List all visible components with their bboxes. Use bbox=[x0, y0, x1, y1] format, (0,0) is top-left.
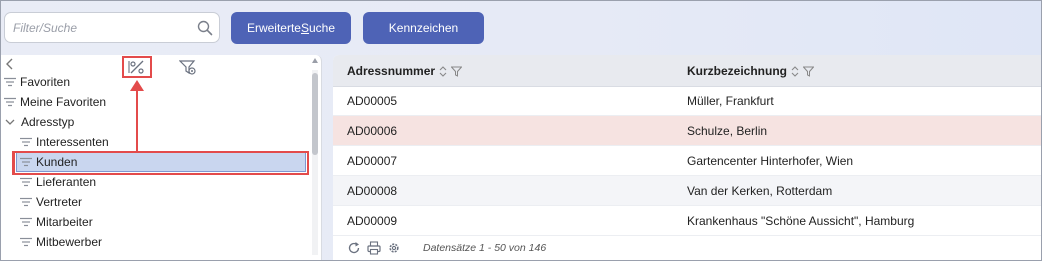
search-field[interactable] bbox=[4, 12, 220, 43]
tree-item-label: Mitarbeiter bbox=[36, 215, 93, 229]
tree-scrollbar-thumb[interactable] bbox=[312, 73, 318, 155]
cell-adressnummer: AD00007 bbox=[347, 154, 398, 168]
filter-settings-icon bbox=[179, 60, 196, 75]
grid-footer: Datensätze 1 - 50 von 146 bbox=[333, 236, 1042, 261]
tree-item-mitarbeiter[interactable]: Mitarbeiter bbox=[20, 212, 93, 232]
lines-icon bbox=[4, 97, 16, 107]
tree-item-label: Favoriten bbox=[20, 75, 71, 89]
tree-item-mitbewerber[interactable]: Mitbewerber bbox=[20, 232, 102, 252]
tree-item-meine-favoriten[interactable]: Meine Favoriten bbox=[4, 92, 106, 112]
cell-adressnummer: AD00009 bbox=[347, 214, 398, 228]
advanced-search-button[interactable]: Erweiterte Suche bbox=[231, 12, 351, 44]
lines-icon bbox=[20, 237, 32, 247]
chevron-down-icon[interactable] bbox=[5, 117, 15, 127]
license-plate-button[interactable]: Kennzeichen bbox=[363, 12, 484, 44]
lines-icon bbox=[20, 197, 32, 207]
tree-item-label: Meine Favoriten bbox=[20, 95, 107, 109]
scroll-up-icon[interactable] bbox=[311, 57, 319, 65]
lines-icon bbox=[20, 157, 32, 167]
edit-filter-button[interactable] bbox=[125, 57, 149, 77]
cell-adressnummer: AD00008 bbox=[347, 184, 398, 198]
table-row[interactable]: AD00007 Gartencenter Hinterhofer, Wien bbox=[333, 146, 1042, 176]
column-header-adressnummer[interactable]: Adressnummer bbox=[347, 55, 463, 87]
address-grid: Adressnummer Kurzbezeichnung AD00005 Mül… bbox=[333, 55, 1042, 261]
lines-icon bbox=[4, 77, 16, 87]
advanced-search-label-suffix: uche bbox=[309, 21, 336, 35]
collapse-panel-icon[interactable] bbox=[5, 58, 15, 70]
advanced-search-label-accesskey: S bbox=[300, 21, 309, 35]
table-row-selected[interactable]: AD00006 Schulze, Berlin bbox=[333, 116, 1042, 146]
tree-item-label: Kunden bbox=[36, 155, 78, 169]
tree-item-kunden[interactable]: Kunden bbox=[16, 152, 306, 172]
cell-kurzbezeichnung: Schulze, Berlin bbox=[687, 124, 768, 138]
column-header-kurzbezeichnung[interactable]: Kurzbezeichnung bbox=[687, 55, 815, 87]
column-label: Kurzbezeichnung bbox=[687, 64, 788, 78]
sort-icon[interactable] bbox=[439, 65, 447, 77]
filter-icon[interactable] bbox=[451, 66, 463, 77]
tree-item-label: Interessenten bbox=[36, 135, 109, 149]
search-icon[interactable] bbox=[197, 20, 213, 36]
lines-icon bbox=[20, 137, 32, 147]
record-count: Datensätze 1 - 50 von 146 bbox=[423, 242, 547, 254]
tree-item-interessenten[interactable]: Interessenten bbox=[20, 132, 109, 152]
sort-icon[interactable] bbox=[791, 65, 799, 77]
cell-kurzbezeichnung: Krankenhaus "Schöne Aussicht", Hamburg bbox=[687, 214, 915, 228]
cell-kurzbezeichnung: Gartencenter Hinterhofer, Wien bbox=[687, 154, 854, 168]
annotation-arrow-head-icon bbox=[130, 80, 144, 91]
lines-icon bbox=[20, 177, 32, 187]
tree-item-label: Mitbewerber bbox=[36, 235, 103, 249]
tree-item-label: Lieferanten bbox=[36, 175, 97, 189]
tree-item-vertreter[interactable]: Vertreter bbox=[20, 192, 82, 212]
tree-item-label: Adresstyp bbox=[21, 115, 75, 129]
refresh-icon[interactable] bbox=[347, 241, 361, 255]
tree-group-adresstyp[interactable]: Adresstyp bbox=[5, 112, 74, 132]
edit-filter-icon bbox=[128, 60, 144, 74]
gear-icon[interactable] bbox=[387, 241, 401, 255]
cell-kurzbezeichnung: Müller, Frankfurt bbox=[687, 94, 774, 108]
tree-item-lieferanten[interactable]: Lieferanten bbox=[20, 172, 96, 192]
cell-adressnummer: AD00006 bbox=[347, 124, 398, 138]
cell-kurzbezeichnung: Van der Kerken, Rotterdam bbox=[687, 184, 833, 198]
advanced-search-label-prefix: Erweiterte bbox=[246, 21, 301, 35]
tree-item-label: Vertreter bbox=[36, 195, 83, 209]
search-input[interactable] bbox=[13, 17, 188, 38]
table-row[interactable]: AD00008 Van der Kerken, Rotterdam bbox=[333, 176, 1042, 206]
lines-icon bbox=[20, 217, 32, 227]
table-row[interactable]: AD00009 Krankenhaus "Schöne Aussicht", H… bbox=[333, 206, 1042, 236]
column-label: Adressnummer bbox=[347, 64, 436, 78]
filter-icon[interactable] bbox=[803, 66, 815, 77]
filter-tree-panel: Favoriten Meine Favoriten Adresstyp Inte… bbox=[0, 55, 322, 261]
tree-item-favoriten[interactable]: Favoriten bbox=[4, 72, 70, 92]
print-icon[interactable] bbox=[367, 241, 381, 255]
filter-settings-button[interactable] bbox=[178, 57, 198, 77]
license-plate-label: Kennzeichen bbox=[388, 21, 459, 35]
table-row[interactable]: AD00005 Müller, Frankfurt bbox=[333, 86, 1042, 116]
cell-adressnummer: AD00005 bbox=[347, 94, 398, 108]
grid-header: Adressnummer Kurzbezeichnung bbox=[333, 55, 1042, 87]
